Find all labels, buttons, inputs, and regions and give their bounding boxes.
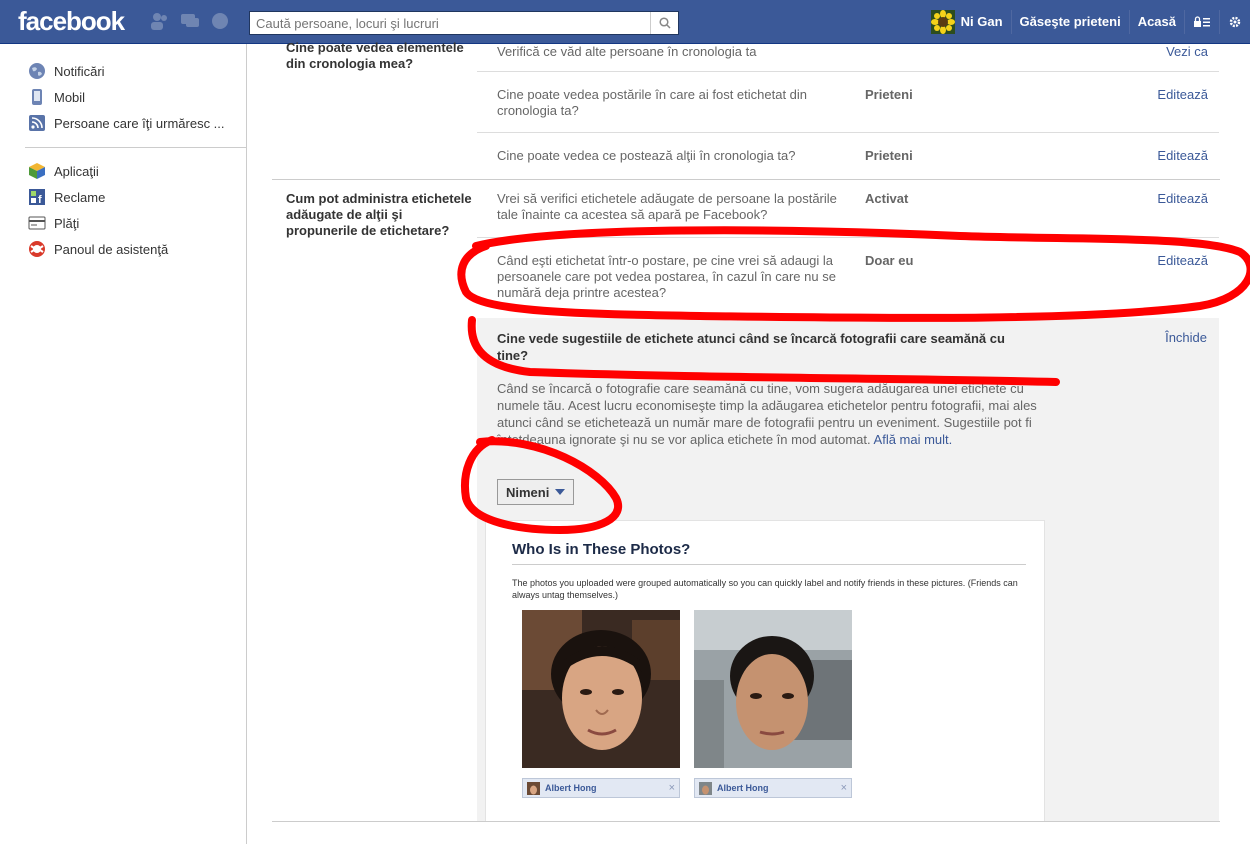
sidebar-item-label: Aplicaţii xyxy=(54,163,99,179)
learn-more-link[interactable]: Află mai mult. xyxy=(874,432,953,447)
setting-desc: Verifică ce văd alte persoane în cronolo… xyxy=(497,44,757,59)
row-divider xyxy=(477,71,1219,72)
setting-desc: Când eşti etichetat într-o postare, pe c… xyxy=(497,253,836,300)
sidebar-item-label: Notificări xyxy=(54,63,105,79)
mobile-icon xyxy=(32,89,42,105)
section-divider xyxy=(272,821,1220,822)
tag-suggestion-preview: Who Is in These Photos? The photos you u… xyxy=(485,520,1045,822)
sidebar-item-label: Plăţi xyxy=(54,215,80,231)
audience-select-value: Nimeni xyxy=(506,484,550,500)
settings-button[interactable] xyxy=(1220,10,1250,34)
view-as-link[interactable]: Vezi ca xyxy=(1166,44,1208,59)
sidebar-item-label: Mobil xyxy=(54,89,86,105)
search-input[interactable] xyxy=(250,12,650,34)
panel-title: Cine vede sugestiile de etichete atunci … xyxy=(497,331,1005,363)
globe-icon xyxy=(29,63,45,79)
sunflower-avatar xyxy=(930,10,955,34)
user-name: Ni Gan xyxy=(960,14,1003,29)
home-link[interactable]: Acasă xyxy=(1130,10,1185,34)
search-icon xyxy=(658,17,671,29)
edit-link[interactable]: Editează xyxy=(1157,191,1208,206)
row-divider xyxy=(477,237,1219,238)
row-divider xyxy=(477,132,1219,133)
find-friends-link[interactable]: Găseşte prieteni xyxy=(1012,10,1130,34)
audience-select[interactable]: Nimeni xyxy=(497,479,575,505)
tag-chip[interactable]: Albert Hong × xyxy=(522,778,680,798)
rss-icon xyxy=(29,115,45,131)
sidebar-item-notifications[interactable]: Notificări xyxy=(28,58,246,84)
lock-menu-icon xyxy=(1194,16,1210,27)
left-sidebar: Notificări Mobil Persoane care îţi urmăr… xyxy=(0,44,247,844)
tag-chip[interactable]: Albert Hong × xyxy=(694,778,852,798)
tag-name: Albert Hong xyxy=(717,783,769,793)
setting-desc: Cine poate vedea ce postează alţii în cr… xyxy=(497,148,796,163)
edit-link[interactable]: Editează xyxy=(1157,253,1208,268)
sidebar-group-more: Aplicaţii f Reclame Plăţi Panoul de asis… xyxy=(0,158,168,262)
sidebar-item-label: Panoul de asistenţă xyxy=(54,241,169,257)
remove-tag-icon[interactable]: × xyxy=(841,782,847,794)
profile-link[interactable]: Ni Gan xyxy=(923,10,1012,34)
setting-value: Prieteni xyxy=(865,148,913,163)
top-bar: facebook Ni Gan Găseşte prieteni Acasă xyxy=(0,0,1250,44)
facebook-logo[interactable]: facebook xyxy=(18,6,125,37)
setting-value: Activat xyxy=(865,191,909,206)
sidebar-group-settings: Notificări Mobil Persoane care îţi urmăr… xyxy=(0,44,246,136)
panel-description: Când se încarcă o fotografie care seamăn… xyxy=(497,380,1057,448)
avatar xyxy=(527,781,540,795)
sidebar-item-label: Reclame xyxy=(54,189,106,205)
sidebar-item-followers[interactable]: Persoane care îţi urmăresc ... xyxy=(28,110,246,136)
setting-desc: Cine poate vedea postările în care ai fo… xyxy=(497,87,808,118)
sidebar-item-ads[interactable]: f Reclame xyxy=(28,184,168,210)
section-label-tags: Cum pot administra etichetele adăugate d… xyxy=(286,191,472,238)
friend-requests-icon[interactable] xyxy=(150,12,170,30)
help-icon xyxy=(29,241,45,257)
apps-icon xyxy=(29,163,45,179)
setting-value: Doar eu xyxy=(865,253,914,268)
chevron-down-icon xyxy=(555,489,566,495)
edit-link[interactable]: Editează xyxy=(1157,87,1208,102)
payments-icon xyxy=(28,216,46,230)
sidebar-item-payments[interactable]: Plăţi xyxy=(28,210,168,236)
svg-text:f: f xyxy=(38,194,42,206)
close-link[interactable]: Închide xyxy=(1165,330,1207,345)
gear-icon xyxy=(1229,16,1241,28)
search-button[interactable] xyxy=(650,12,678,34)
privacy-shortcuts-button[interactable] xyxy=(1185,10,1220,34)
top-nav: Ni Gan Găseşte prieteni Acasă xyxy=(923,0,1250,44)
preview-divider xyxy=(512,564,1026,565)
sidebar-item-apps[interactable]: Aplicaţii xyxy=(28,158,168,184)
ads-icon: f xyxy=(29,189,45,206)
messages-icon[interactable] xyxy=(180,12,200,30)
tag-name: Albert Hong xyxy=(545,783,597,793)
remove-tag-icon[interactable]: × xyxy=(669,782,675,794)
search-box xyxy=(249,11,679,35)
face-photo xyxy=(522,610,680,768)
panel-description-text: Când se încarcă o fotografie care seamăn… xyxy=(497,381,1037,447)
preview-text: The photos you uploaded were grouped aut… xyxy=(512,578,1018,600)
setting-value: Prieteni xyxy=(865,87,913,102)
section-label-timeline: Cine poate vedea elementele din cronolog… xyxy=(286,40,464,71)
preview-title: Who Is in These Photos? xyxy=(512,541,691,558)
sidebar-item-help[interactable]: Panoul de asistenţă xyxy=(28,236,168,262)
sidebar-item-label: Persoane care îţi urmăresc ... xyxy=(54,115,225,131)
privacy-settings-main: Cine poate vedea elementele din cronolog… xyxy=(247,40,1250,844)
edit-link[interactable]: Editează xyxy=(1157,148,1208,163)
setting-desc: Vrei să verifici etichetele adăugate de … xyxy=(497,191,837,222)
face-photo xyxy=(694,610,852,768)
tag-suggestions-panel: Cine vede sugestiile de etichete atunci … xyxy=(477,318,1219,822)
notification-jewels xyxy=(150,12,230,30)
section-divider xyxy=(272,179,1220,180)
sidebar-divider xyxy=(25,147,247,148)
sidebar-item-mobile[interactable]: Mobil xyxy=(28,84,246,110)
avatar xyxy=(699,781,712,795)
notifications-globe-icon[interactable] xyxy=(210,12,230,30)
